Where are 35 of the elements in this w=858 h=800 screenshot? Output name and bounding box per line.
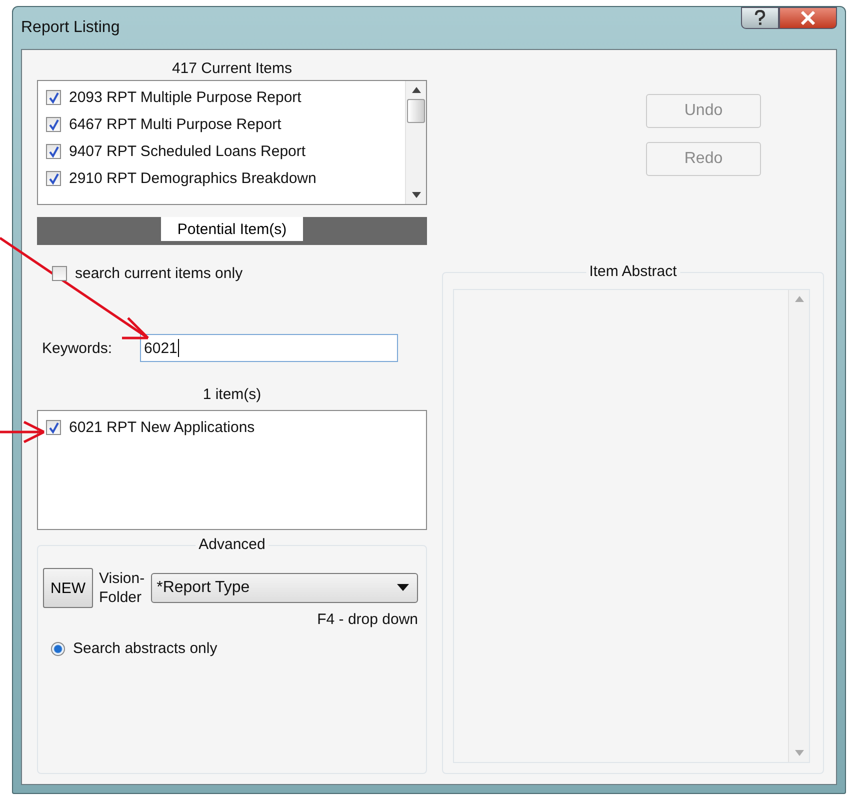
checkbox[interactable] (52, 266, 67, 281)
folder-dropdown[interactable]: *Report Type (150, 573, 418, 603)
results-count: 1 item(s) (202, 385, 262, 405)
list-heading: 417 Current Items (170, 59, 294, 79)
keywords-label: Keywords: (42, 340, 112, 356)
checkbox[interactable] (46, 117, 61, 132)
hint-text: F4 - drop down (316, 611, 418, 628)
annotation-arrow (0, 420, 46, 444)
checkbox[interactable] (46, 171, 61, 186)
potential-items-tab[interactable]: Potential Item(s) (161, 217, 303, 241)
scrollbar-thumb[interactable] (407, 99, 425, 123)
close-icon (800, 11, 816, 25)
checkbox[interactable] (46, 144, 61, 159)
list-item[interactable]: 9407 RPT Scheduled Loans Report (38, 138, 405, 165)
help-icon (753, 10, 767, 26)
radio-button[interactable] (51, 642, 65, 656)
radio-label: Search abstracts only (73, 640, 218, 657)
list-item[interactable]: 2093 RPT Multiple Purpose Report (38, 84, 405, 111)
checkbox[interactable] (46, 420, 61, 435)
list-item[interactable]: 6021 RPT New Applications (38, 414, 426, 441)
checkbox[interactable] (46, 90, 61, 105)
folder-label: Vision- (99, 569, 145, 588)
window-title: Report Listing (21, 19, 120, 37)
help-button[interactable] (741, 7, 779, 29)
checkbox-label: search current items only (75, 265, 243, 282)
close-button[interactable] (779, 7, 837, 29)
dropdown-arrow-icon (397, 584, 409, 592)
list-item[interactable]: 2910 RPT Demographics Breakdown (38, 165, 405, 192)
folder-label: Folder (99, 588, 143, 607)
keywords-field[interactable]: 6021 (140, 334, 398, 362)
scroll-up-icon[interactable] (412, 87, 420, 93)
new-button[interactable]: NEW (43, 568, 93, 608)
scrollbar[interactable] (405, 81, 426, 204)
list-item[interactable]: 6467 RPT Multi Purpose Report (38, 111, 405, 138)
scroll-down-icon[interactable] (412, 192, 420, 198)
